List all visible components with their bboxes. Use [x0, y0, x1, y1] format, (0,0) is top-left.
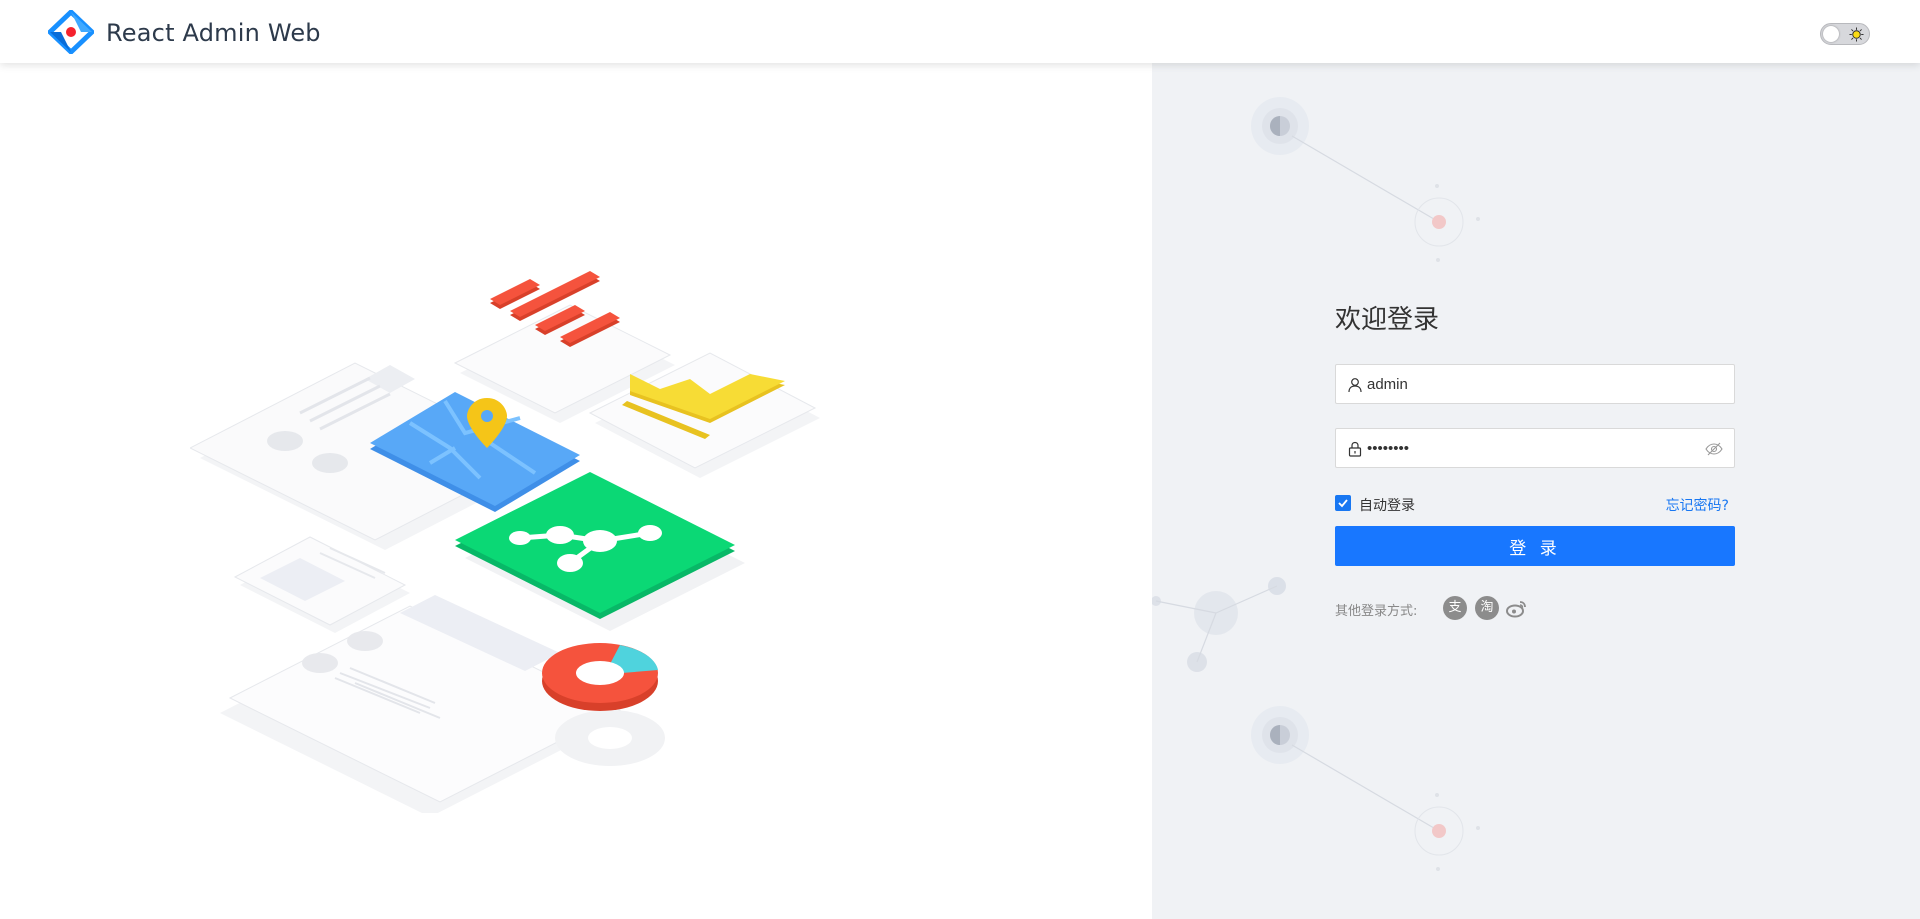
login-button[interactable]: 登 录	[1335, 526, 1735, 566]
react-admin-logo	[48, 10, 94, 54]
forgot-password-link[interactable]: 忘记密码?	[1666, 495, 1729, 515]
lock-icon	[1348, 441, 1362, 457]
eye-invisible-icon[interactable]	[1705, 441, 1723, 457]
alipay-icon[interactable]: 支	[1443, 596, 1467, 620]
username-field[interactable]	[1335, 364, 1735, 404]
taobao-icon[interactable]: 淘	[1475, 596, 1499, 620]
other-login-label: 其他登录方式:	[1335, 604, 1418, 619]
auto-login-label[interactable]: 自动登录	[1359, 495, 1415, 515]
other-login-methods: 其他登录方式: 支 淘	[1335, 596, 1735, 620]
password-field[interactable]	[1335, 428, 1735, 468]
password-input[interactable]	[1367, 429, 1697, 467]
top-header: React Admin Web	[0, 0, 1920, 63]
welcome-title: 欢迎登录	[1335, 305, 1440, 335]
check-icon	[1338, 499, 1348, 508]
toggle-knob	[1823, 26, 1839, 42]
weibo-icon[interactable]	[1505, 596, 1529, 620]
theme-toggle-switch[interactable]	[1820, 23, 1870, 45]
weibo-glyph	[1506, 601, 1526, 618]
auto-login-checkbox[interactable]	[1335, 495, 1351, 511]
sun-icon	[1849, 27, 1864, 42]
app-title: React Admin Web	[106, 19, 321, 47]
username-input[interactable]	[1367, 365, 1697, 403]
illustration-panel	[0, 63, 1152, 919]
login-options-row: 自动登录 忘记密码?	[1335, 492, 1735, 514]
login-form: 欢迎登录 自动登录 忘记密码? 登 录 其他登录方式:	[1335, 300, 1735, 620]
user-icon	[1348, 378, 1362, 393]
dashboard-illustration	[190, 271, 820, 813]
